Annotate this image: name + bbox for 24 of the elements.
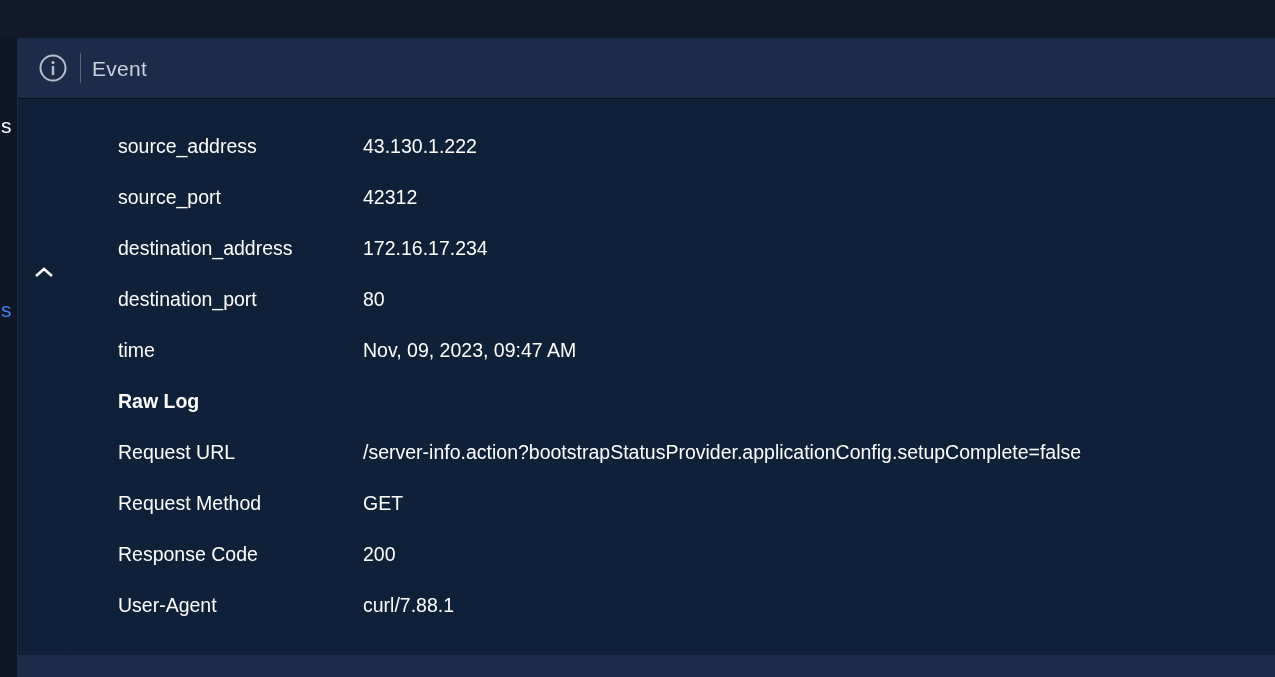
section-heading: Raw Log [118,390,201,413]
field-value: Nov, 09, 2023, 09:47 AM [363,339,577,362]
field-label: User-Agent [118,594,218,617]
panel-title: Event [92,57,148,81]
sidebar-item[interactable]: s [1,299,12,320]
info-icon [39,54,67,82]
field-label: time [118,339,156,362]
field-label: Request URL [118,441,237,464]
field-value: curl/7.88.1 [363,594,455,617]
sidebar-item[interactable]: s [1,115,12,136]
field-value: 200 [363,543,396,566]
field-value: 172.16.17.234 [363,237,488,260]
field-value: 80 [363,288,385,311]
field-value: 42312 [363,186,418,209]
field-label: destination_port [118,288,258,311]
field-label: source_port [118,186,222,209]
field-value: GET [363,492,404,515]
field-label: Request Method [118,492,263,515]
chevron-up-icon[interactable] [33,266,54,278]
field-value: /server-info.action?bootstrapStatusProvider.applicationConfig.setupComplete=false [363,441,1082,464]
field-label: Response Code [118,543,259,566]
field-label: source_address [118,135,258,158]
field-label: destination_address [118,237,294,260]
field-value: 43.130.1.222 [363,135,477,158]
